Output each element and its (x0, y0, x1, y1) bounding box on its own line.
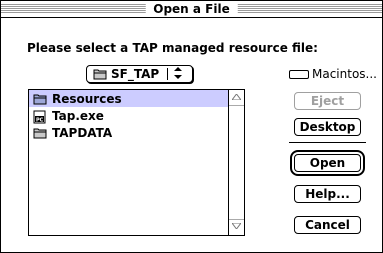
open-button[interactable]: Open (290, 150, 365, 176)
popup-divider (167, 68, 168, 80)
vertical-scrollbar[interactable] (228, 90, 244, 235)
scroll-up-arrow-icon[interactable] (231, 93, 242, 103)
scroll-down-divider (229, 219, 244, 220)
up-down-arrows-icon (173, 66, 183, 83)
scroll-up-divider (229, 105, 244, 106)
prompt-text: Please select a TAP managed resource fil… (27, 41, 318, 55)
drive-label: Macintos... (312, 67, 377, 81)
file-name: Resources (52, 91, 122, 106)
drive-name: Macintos... (289, 67, 377, 81)
button-separator (289, 142, 366, 143)
desktop-button[interactable]: Desktop (294, 118, 361, 136)
scroll-down-arrow-icon[interactable] (231, 222, 242, 232)
drive-icon (289, 70, 309, 79)
svg-text:PC: PC (36, 117, 44, 123)
folder-icon (93, 68, 107, 83)
dialog-title: Open a File (145, 2, 238, 17)
file-list[interactable]: Resources PC Tap.exe TAPDATA (28, 89, 245, 236)
cancel-button[interactable]: Cancel (294, 216, 361, 234)
pc-document-icon: PC (33, 110, 47, 123)
help-button[interactable]: Help... (294, 185, 361, 203)
folder-popup-menu[interactable]: SF_TAP (86, 65, 193, 83)
folder-icon (33, 127, 47, 139)
folder-popup-label: SF_TAP (111, 67, 160, 81)
title-bar[interactable]: Open a File (1, 1, 382, 18)
file-list-item[interactable]: PC Tap.exe (29, 107, 229, 124)
file-name: Tap.exe (52, 108, 104, 123)
file-list-item[interactable]: TAPDATA (29, 124, 229, 141)
eject-button[interactable]: Eject (294, 92, 361, 110)
folder-icon (33, 93, 47, 105)
file-name: TAPDATA (52, 125, 113, 140)
open-file-dialog: Open a File Please select a TAP managed … (0, 0, 383, 253)
file-list-item[interactable]: Resources (29, 90, 229, 107)
